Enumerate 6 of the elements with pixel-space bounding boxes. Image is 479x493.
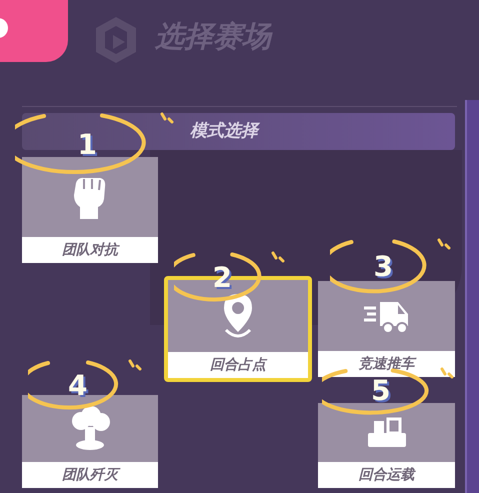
annotation-number: 1 [78, 132, 97, 156]
corner-tab[interactable] [0, 0, 68, 62]
annotation-number: 3 [374, 255, 393, 278]
section-title: 模式选择 [190, 120, 258, 143]
annotation-number: 4 [68, 374, 88, 396]
annotation-number: 5 [371, 379, 390, 402]
